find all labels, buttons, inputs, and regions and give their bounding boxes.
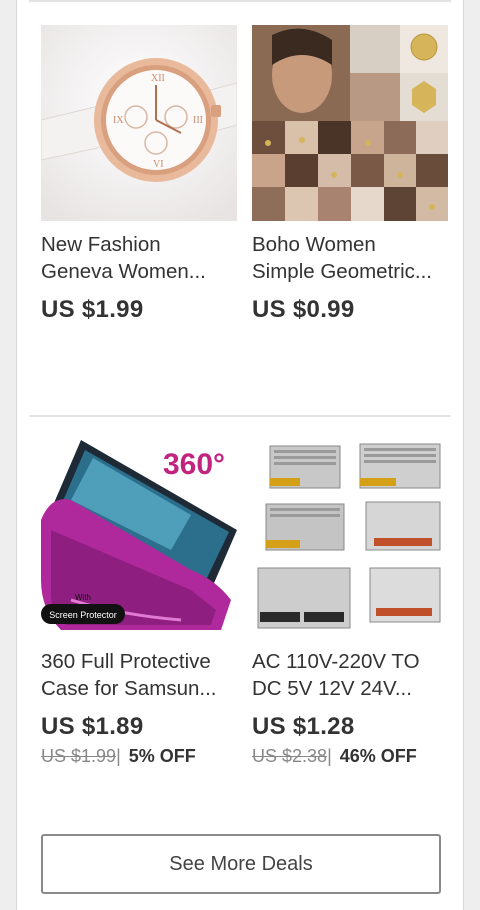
product-title-line2: Simple Geometric... — [252, 260, 432, 283]
product-image-earrings[interactable] — [252, 25, 448, 221]
price-separator: | — [116, 746, 121, 766]
deals-card: XII III VI IX New Fashion Geneva Women..… — [16, 0, 464, 910]
discount-label: 46% OFF — [339, 746, 417, 766]
product-title-line2: DC 5V 12V 24V... — [252, 677, 412, 700]
product-title-earrings[interactable]: Boho Women Simple Geometric... — [252, 231, 448, 285]
product-title-power-supply[interactable]: AC 110V-220V TO DC 5V 12V 24V... — [252, 648, 448, 702]
product-price-earrings: US $0.99 — [252, 296, 355, 323]
top-divider — [29, 0, 451, 2]
product-title-line1: New Fashion — [41, 233, 161, 256]
svg-text:IX: IX — [113, 115, 124, 126]
price-separator: | — [327, 746, 332, 766]
product-title-line1: AC 110V-220V TO — [252, 650, 420, 673]
product-image-power-supply[interactable] — [252, 440, 448, 636]
row-divider — [29, 415, 451, 417]
discount-label: 5% OFF — [128, 746, 196, 766]
product-price-watch: US $1.99 — [41, 296, 144, 323]
product-price-phone-case: US $1.89 — [41, 713, 144, 740]
case-label-bottom: Screen Protector — [49, 610, 117, 620]
product-title-watch[interactable]: New Fashion Geneva Women... — [41, 231, 237, 285]
product-title-line1: Boho Women — [252, 233, 376, 256]
original-price: US $2.38 — [252, 746, 328, 766]
case-label-top: With — [75, 593, 91, 602]
svg-text:XII: XII — [151, 73, 165, 84]
badge-360: 360° — [163, 448, 225, 481]
see-more-deals-button[interactable]: See More Deals — [41, 834, 441, 894]
svg-text:III: III — [193, 115, 203, 126]
product-title-phone-case[interactable]: 360 Full Protective Case for Samsun... — [41, 648, 237, 702]
product-title-line2: Case for Samsun... — [41, 677, 217, 700]
original-price: US $1.99 — [41, 746, 117, 766]
product-title-line1: 360 Full Protective — [41, 650, 211, 673]
product-title-line2: Geneva Women... — [41, 260, 206, 283]
original-price-row: US $2.38| 46% OFF — [252, 746, 417, 767]
original-price-row: US $1.99| 5% OFF — [41, 746, 196, 767]
product-image-watch[interactable]: XII III VI IX — [41, 25, 237, 221]
product-image-phone-case[interactable]: 360° With Screen Protector — [41, 440, 237, 636]
svg-text:VI: VI — [153, 159, 164, 170]
product-price-power-supply: US $1.28 — [252, 713, 355, 740]
